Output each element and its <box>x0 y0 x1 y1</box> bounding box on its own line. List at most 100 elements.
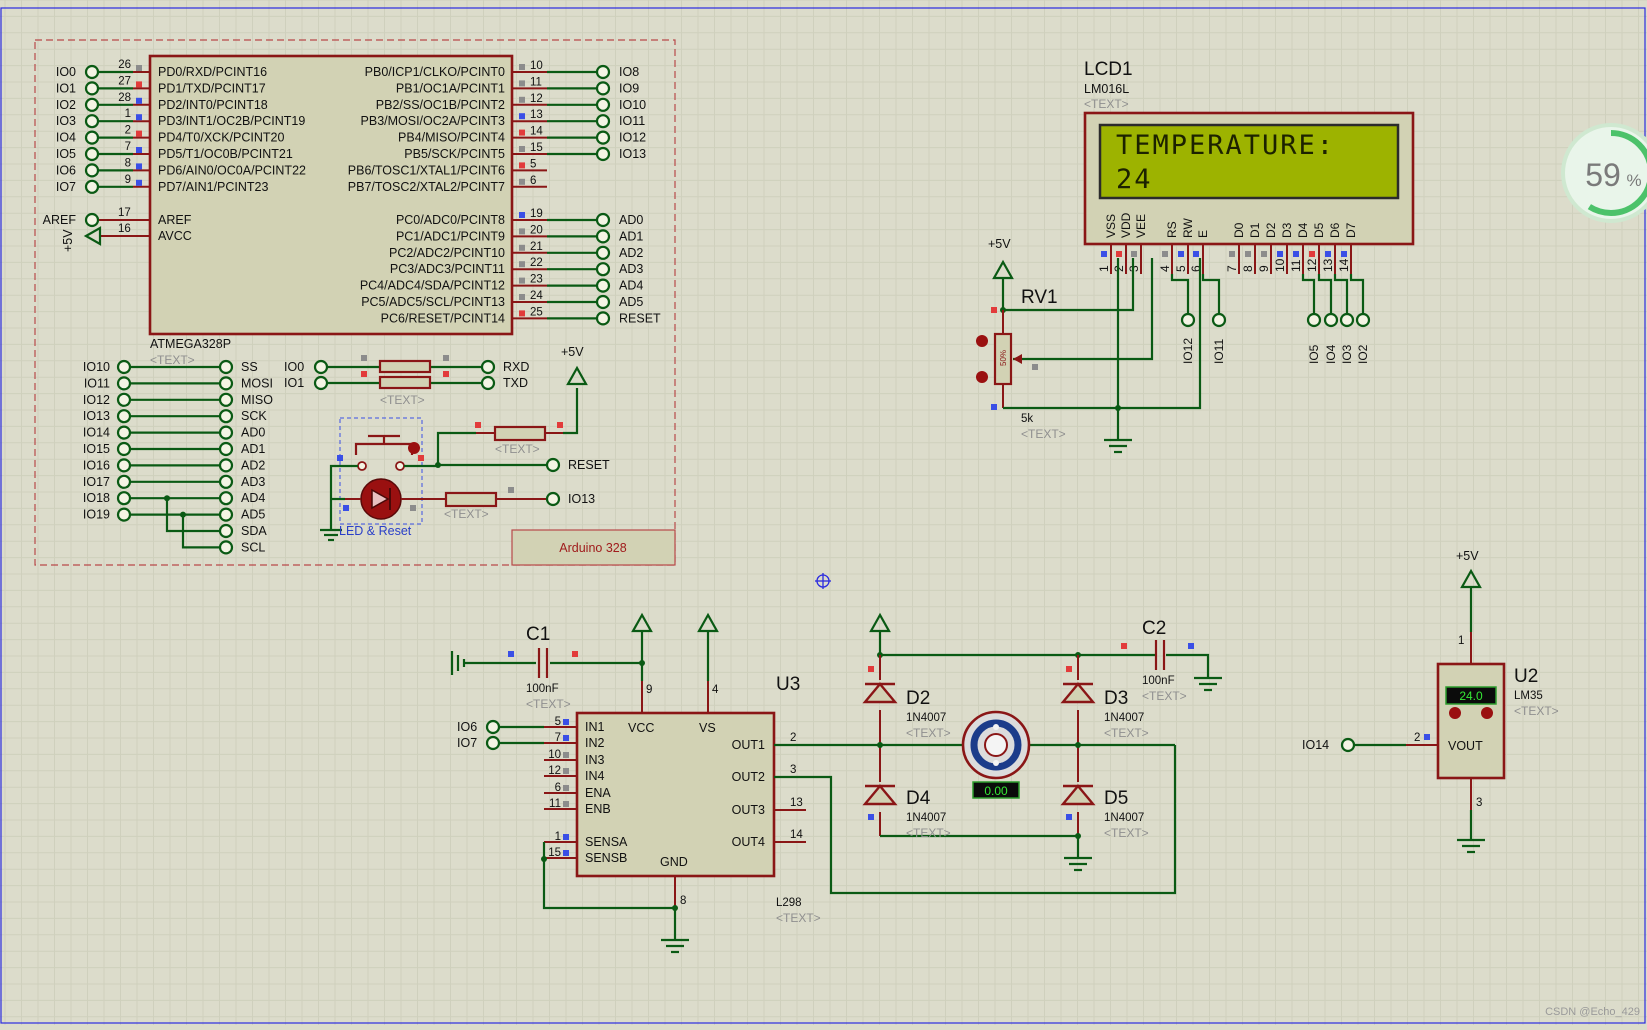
net-terminal[interactable] <box>84 146 100 162</box>
uart-rxd: RXD <box>503 360 529 374</box>
net-terminal[interactable] <box>595 229 611 244</box>
lm35-body[interactable] <box>1436 662 1506 780</box>
c2-value: 100nF <box>1142 675 1175 687</box>
aref-terminal[interactable] <box>84 212 100 228</box>
net-terminal[interactable] <box>595 64 611 80</box>
pin-state <box>563 752 569 758</box>
progress-badge[interactable]: 59 % <box>1561 123 1647 223</box>
lcd-net-terminal[interactable] <box>1306 312 1322 328</box>
pin-name: PB4/MISO/PCINT4 <box>398 131 505 145</box>
net-terminal[interactable] <box>84 81 100 96</box>
c2-text: <TEXT> <box>1142 689 1187 703</box>
lcd-net-terminal[interactable] <box>1339 312 1355 328</box>
header-left-terminal[interactable] <box>116 507 132 522</box>
pin-state <box>519 277 525 284</box>
net-terminal[interactable] <box>595 97 611 112</box>
arduino-module[interactable]: Arduino 328 ATMEGA328P <TEXT> IO0 26 PD0/R… <box>34 39 676 566</box>
net-terminal[interactable] <box>84 97 100 112</box>
lcd-net-label: IO5 <box>1307 344 1321 364</box>
u3-gnd-num: 8 <box>680 895 686 907</box>
lcd1[interactable]: LCD1 LM016L <TEXT> TEMPERATURE: 24 VSS 1 V… <box>1083 59 1415 274</box>
lcd-net-terminal[interactable] <box>1323 312 1339 328</box>
header-right-terminal[interactable] <box>218 474 234 489</box>
net-terminal[interactable] <box>595 130 611 145</box>
header-left-terminal[interactable] <box>116 491 132 506</box>
lcd-net-terminal[interactable] <box>1180 312 1196 328</box>
header-right-terminal[interactable] <box>218 441 234 457</box>
header-left-terminal[interactable] <box>116 392 132 407</box>
header-left-label: IO19 <box>83 508 110 522</box>
header-right-label: AD1 <box>241 442 265 456</box>
header-right-label: MISO <box>241 393 273 407</box>
led-resistor[interactable] <box>444 491 498 508</box>
arduino-frame-label: Arduino 328 <box>559 541 626 555</box>
header-right-terminal[interactable] <box>218 425 234 440</box>
header-right-terminal[interactable] <box>218 409 234 424</box>
diode-symbol[interactable] <box>1060 682 1096 704</box>
pin-state <box>519 310 525 317</box>
lcd-pin-number: 4 <box>1158 265 1172 272</box>
header-left-terminal[interactable] <box>116 458 132 473</box>
net-label: IO8 <box>619 65 639 79</box>
net-label: IO7 <box>56 180 76 194</box>
net-terminal[interactable] <box>595 114 611 129</box>
pin-number: 13 <box>530 109 543 121</box>
header-left-terminal[interactable] <box>116 376 132 391</box>
net-terminal[interactable] <box>595 278 611 293</box>
net-terminal[interactable] <box>595 212 611 228</box>
pin-number: 2 <box>125 125 131 137</box>
diode-symbol[interactable] <box>862 682 898 704</box>
header-right-terminal[interactable] <box>218 392 234 407</box>
u2-lm35[interactable]: +5V 1 24.0 VOUT IO14 2 3 U2 LM35 <TEXT> <box>1302 549 1559 854</box>
header-right-terminal[interactable] <box>218 376 234 391</box>
net-terminal[interactable] <box>84 130 100 145</box>
net-terminal[interactable] <box>84 179 100 194</box>
header-left-terminal[interactable] <box>116 425 132 440</box>
lcd-net-terminal[interactable] <box>1355 312 1371 328</box>
pin-state <box>519 129 525 136</box>
lcd-pin-name: E <box>1196 230 1210 238</box>
diode-text: <TEXT> <box>1104 726 1149 740</box>
net-terminal[interactable] <box>84 64 100 80</box>
pin-state <box>136 130 142 137</box>
pin-number: 21 <box>530 241 543 253</box>
uart-link[interactable]: IO0 IO1 RXD TXD <TEXT> <box>284 355 529 407</box>
net-terminal[interactable] <box>84 163 100 178</box>
net-terminal[interactable] <box>595 311 611 326</box>
header-right-terminal[interactable] <box>218 458 234 473</box>
lcd-net-terminal[interactable] <box>1211 312 1227 328</box>
c1-capacitor[interactable]: C1 100nF <TEXT> <box>450 624 645 711</box>
header-left-terminal[interactable] <box>116 474 132 489</box>
u3-net-terminal[interactable] <box>485 719 501 735</box>
lcd-wire <box>1201 274 1221 314</box>
net-terminal[interactable] <box>595 262 611 277</box>
lm35-reading: 24.0 <box>1459 689 1483 703</box>
net-terminal[interactable] <box>595 146 611 162</box>
net-terminal[interactable] <box>595 81 611 96</box>
header-left-terminal[interactable] <box>116 359 132 375</box>
schematic[interactable]: Arduino 328 ATMEGA328P <TEXT> IO0 26 PD0/R… <box>0 0 1647 1025</box>
net-terminal[interactable] <box>595 294 611 310</box>
u3-net-label: IO6 <box>457 720 477 734</box>
c2-ref: C2 <box>1142 618 1166 639</box>
header-left-terminal[interactable] <box>116 441 132 457</box>
u3-net-terminal[interactable] <box>485 735 501 751</box>
reset-pullup-resistor[interactable] <box>493 425 547 442</box>
header-left-terminal[interactable] <box>116 409 132 424</box>
net-terminal[interactable] <box>595 245 611 260</box>
lcd-pin-number: 10 <box>1273 258 1287 272</box>
header-right-terminal[interactable] <box>218 491 234 506</box>
header-right-terminal[interactable] <box>218 523 234 539</box>
dc-motor[interactable]: 0.00 <box>961 710 1031 799</box>
header-right-terminal[interactable] <box>218 359 234 375</box>
header-right-terminal[interactable] <box>218 507 234 522</box>
diode-symbol[interactable] <box>1060 784 1096 806</box>
net-label: IO5 <box>56 147 76 161</box>
u3-l298[interactable]: U3 L298 <TEXT> VCC VS 9 4 GND 8 IN1 5 IO6 I… <box>457 612 821 954</box>
net-terminal[interactable] <box>84 114 100 129</box>
pin-number: 26 <box>118 59 131 71</box>
schematic-canvas[interactable]: Arduino 328 ATMEGA328P <TEXT> IO0 26 PD0/R… <box>0 0 1647 1025</box>
header-right-terminal[interactable] <box>218 540 234 555</box>
diode-symbol[interactable] <box>862 784 898 806</box>
pin-name: PC4/ADC4/SDA/PCINT12 <box>360 279 505 293</box>
